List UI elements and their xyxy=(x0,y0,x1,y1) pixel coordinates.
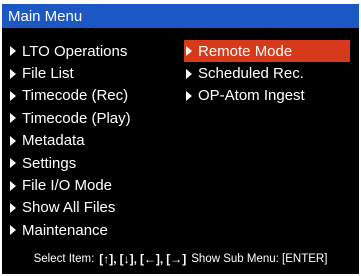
submenu-arrow-icon xyxy=(186,68,192,79)
menu-item-label: File I/O Mode xyxy=(22,177,113,195)
menu-item-label: Settings xyxy=(22,154,77,172)
select-item-hint: Select Item: xyxy=(33,253,95,265)
menu-item-op-atom-ingest[interactable]: OP-Atom Ingest xyxy=(186,85,352,107)
submenu-arrow-icon xyxy=(10,135,16,146)
menu-item-show-all-files[interactable]: Show All Files xyxy=(10,197,178,219)
menu-item-lto-operations[interactable]: LTO Operations xyxy=(10,40,178,62)
submenu-arrow-icon xyxy=(10,90,16,101)
menu-item-timecode-rec[interactable]: Timecode (Rec) xyxy=(10,85,178,107)
menu-item-label: Remote Mode xyxy=(198,42,293,60)
menu-item-label: Show All Files xyxy=(22,199,116,217)
menu-item-timecode-play[interactable]: Timecode (Play) xyxy=(10,107,178,129)
left-arrow-key-icon: [←], xyxy=(139,252,164,266)
submenu-arrow-icon xyxy=(10,46,16,57)
menu-screen: Main Menu LTO Operations File List Timec… xyxy=(2,4,359,274)
menu-item-remote-mode[interactable]: Remote Mode xyxy=(184,40,350,63)
menu-item-label: Scheduled Rec. xyxy=(198,65,304,83)
submenu-arrow-icon xyxy=(10,180,16,191)
menu-item-label: Timecode (Rec) xyxy=(22,87,129,105)
down-arrow-key-icon: [↓], xyxy=(119,252,137,266)
menu-item-file-io-mode[interactable]: File I/O Mode xyxy=(10,174,178,196)
sub-menu-list: Remote Mode Scheduled Rec. OP-Atom Inges… xyxy=(184,40,352,107)
menu-item-file-list[interactable]: File List xyxy=(10,62,178,84)
submenu-arrow-icon xyxy=(10,113,16,124)
status-bar: Select Item: [↑], [↓], [←], [→] Show Sub… xyxy=(2,248,359,270)
menu-item-label: OP-Atom Ingest xyxy=(198,87,305,105)
submenu-arrow-icon xyxy=(10,158,16,169)
submenu-arrow-icon xyxy=(10,202,16,213)
show-submenu-hint: Show Sub Menu: [ENTER] xyxy=(191,253,328,265)
main-menu-list: LTO Operations File List Timecode (Rec) … xyxy=(10,40,178,242)
submenu-arrow-icon xyxy=(186,90,192,101)
up-arrow-key-icon: [↑], xyxy=(99,252,117,266)
menu-item-label: Timecode (Play) xyxy=(22,109,131,127)
submenu-arrow-icon xyxy=(10,225,16,236)
menu-item-label: File List xyxy=(22,65,74,83)
arrow-keys-hint: [↑], [↓], [←], [→] xyxy=(99,252,186,266)
submenu-arrow-icon xyxy=(186,46,192,57)
menu-item-label: Maintenance xyxy=(22,221,108,239)
right-arrow-key-icon: [→] xyxy=(166,252,187,266)
menu-item-scheduled-rec[interactable]: Scheduled Rec. xyxy=(186,62,352,84)
menu-item-label: Metadata xyxy=(22,132,85,150)
menu-item-label: LTO Operations xyxy=(22,42,128,60)
title-bar: Main Menu xyxy=(2,4,359,28)
menu-item-maintenance[interactable]: Maintenance xyxy=(10,219,178,241)
menu-item-settings[interactable]: Settings xyxy=(10,152,178,174)
submenu-arrow-icon xyxy=(10,68,16,79)
menu-title: Main Menu xyxy=(8,7,83,25)
menu-item-metadata[interactable]: Metadata xyxy=(10,130,178,152)
